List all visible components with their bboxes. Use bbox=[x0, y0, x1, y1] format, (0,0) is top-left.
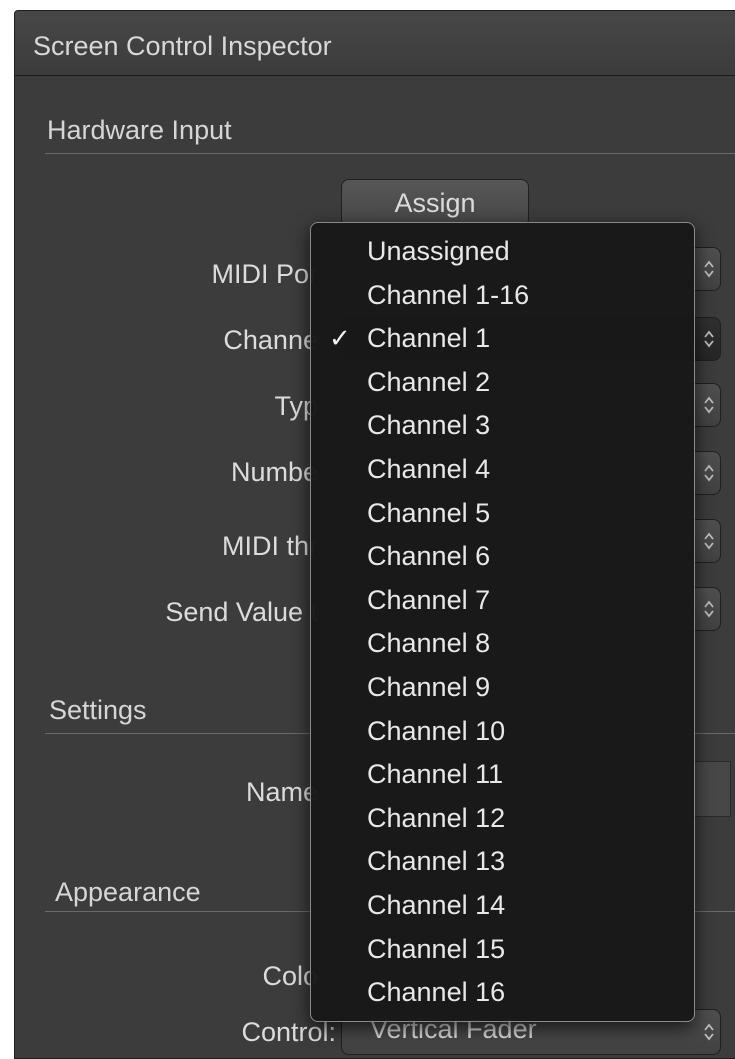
checkmark-icon: ✓ bbox=[329, 323, 351, 354]
hardware-input-section-title: Hardware Input bbox=[47, 115, 232, 145]
menu-item[interactable]: ✓ Channel 1 bbox=[311, 316, 694, 360]
midi-thru-label: MIDI thr bbox=[221, 531, 318, 561]
menu-item-label: Channel 1 bbox=[367, 323, 491, 354]
settings-section-title: Settings bbox=[49, 695, 147, 725]
up-down-chevron-icon bbox=[702, 529, 716, 553]
channel-label: Channe bbox=[223, 325, 318, 355]
up-down-chevron-icon bbox=[702, 461, 716, 485]
send-value-to-label: Send Value t bbox=[165, 597, 318, 627]
menu-item[interactable]: Channel 3 bbox=[311, 403, 694, 447]
menu-item-label: Channel 10 bbox=[367, 715, 506, 746]
menu-item-label: Channel 1-16 bbox=[367, 279, 530, 310]
menu-item[interactable]: Channel 10 bbox=[311, 709, 694, 753]
menu-item[interactable]: Channel 7 bbox=[311, 578, 694, 622]
menu-item[interactable]: Channel 12 bbox=[311, 796, 694, 840]
menu-item[interactable]: Channel 11 bbox=[311, 752, 694, 796]
menu-item-label: Channel 8 bbox=[367, 628, 491, 659]
menu-item[interactable]: Channel 6 bbox=[311, 534, 694, 578]
menu-item[interactable]: Channel 13 bbox=[311, 839, 694, 883]
inspector-title: Screen Control Inspector bbox=[33, 31, 332, 61]
hardware-input-divider bbox=[45, 153, 735, 154]
menu-item[interactable]: Channel 5 bbox=[311, 491, 694, 535]
name-label: Name bbox=[245, 777, 318, 807]
assign-button[interactable]: Assign bbox=[341, 179, 529, 227]
up-down-chevron-icon bbox=[702, 393, 716, 417]
up-down-chevron-icon bbox=[702, 327, 716, 351]
inspector-title-bar: Screen Control Inspector bbox=[15, 11, 735, 76]
menu-item[interactable]: Channel 16 bbox=[311, 970, 694, 1014]
menu-item-label: Channel 9 bbox=[367, 672, 491, 702]
appearance-section-title: Appearance bbox=[55, 877, 201, 907]
up-down-chevron-icon bbox=[702, 1020, 716, 1044]
menu-item[interactable]: Channel 9 bbox=[311, 665, 694, 709]
channel-dropdown-menu: Unassigned Channel 1-16 ✓ Channel 1 Channel … bbox=[310, 222, 695, 1022]
menu-item[interactable]: Channel 15 bbox=[311, 927, 694, 971]
menu-item-label: Channel 11 bbox=[367, 759, 504, 790]
menu-item-label: Unassigned bbox=[367, 236, 510, 266]
menu-item[interactable]: Channel 4 bbox=[311, 447, 694, 491]
menu-item-label: Channel 6 bbox=[367, 541, 491, 572]
menu-item-label: Channel 5 bbox=[367, 497, 491, 528]
menu-item[interactable]: Channel 1-16 bbox=[311, 273, 694, 317]
menu-item-label: Channel 16 bbox=[367, 977, 506, 1008]
up-down-chevron-icon bbox=[702, 257, 716, 281]
menu-item[interactable]: Channel 14 bbox=[311, 883, 694, 927]
menu-item-label: Channel 7 bbox=[367, 584, 491, 615]
up-down-chevron-icon bbox=[702, 597, 716, 621]
menu-item-label: Channel 2 bbox=[367, 366, 491, 397]
menu-item[interactable]: Channel 8 bbox=[311, 621, 694, 665]
menu-item-label: Channel 12 bbox=[367, 802, 506, 833]
menu-item-label: Channel 14 bbox=[367, 890, 506, 920]
menu-item-label: Channel 13 bbox=[367, 846, 506, 877]
midi-port-label: MIDI Por bbox=[211, 259, 318, 289]
menu-item[interactable]: Channel 2 bbox=[311, 360, 694, 404]
menu-item-label: Channel 3 bbox=[367, 410, 491, 441]
number-label: Numbe bbox=[230, 457, 318, 487]
menu-item[interactable]: Unassigned bbox=[311, 229, 694, 273]
menu-item-label: Channel 15 bbox=[367, 933, 506, 964]
menu-item-label: Channel 4 bbox=[367, 454, 491, 484]
